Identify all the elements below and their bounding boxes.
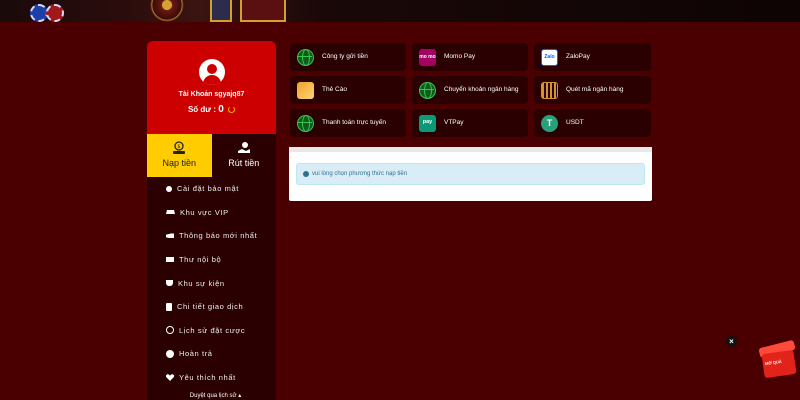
payment-label: Quét mã ngân hàng [566,86,624,94]
deposit-panel: vui lòng chọn phương thức nạp tiền [289,147,652,201]
menu-item-label: Thông báo mới nhất [179,231,258,241]
qr-code-icon [541,81,558,99]
browse-history-link[interactable]: Duyệt qua lịch sử ▴ [147,392,276,399]
payment-vtpay[interactable]: pay VTPay [412,109,528,137]
payment-bank-qr[interactable]: Quét mã ngân hàng [534,76,651,104]
info-alert-text: vui lòng chọn phương thức nạp tiền [312,171,408,177]
crown-icon [166,210,175,215]
gift-box-widget[interactable]: MỞ QUÀ [755,339,800,380]
info-alert: vui lòng chọn phương thức nạp tiền [296,163,645,185]
payment-label: Công ty gửi tiền [322,53,368,61]
payment-label: VTPay [444,119,464,127]
user-lock-icon [166,185,172,192]
wallet-actions: $ Nạp tiền Rút tiền [147,134,276,177]
balance-value: 0 [218,104,224,115]
history-icon [166,326,174,335]
menu-item-label: Thư nội bộ [179,255,222,265]
payment-company-deposit[interactable]: Công ty gửi tiền [290,43,406,71]
menu-item-label: Chi tiết giao dịch [177,302,244,312]
menu-item-label: Khu vực VIP [180,207,229,217]
withdraw-icon [237,142,250,153]
arrow-up-icon: ▴ [238,393,242,400]
zalopay-icon: Zalo [541,48,558,66]
menu-item-events[interactable]: Khu sự kiện [147,271,276,295]
balance: Số dư : 0 [147,104,276,115]
deposit-label: Nạp tiền [162,158,197,168]
menu-item-label: Lịch sử đặt cược [179,325,246,335]
payment-label: Thẻ Cào [322,86,347,94]
megaphone-icon [166,233,174,239]
payment-bank-transfer[interactable]: Chuyển khoản ngân hàng [412,76,528,104]
refresh-icon[interactable] [228,106,236,113]
menu-item-announcements[interactable]: Thông báo mới nhất [147,224,276,248]
scratch-card-icon [297,81,314,99]
menu-item-label: Hoàn trả [179,349,213,359]
menu-item-rebate[interactable]: Hoàn trả [147,342,276,366]
payment-methods-grid: Công ty gửi tiền mo mo Momo Pay Zalo ZaloP… [290,43,651,137]
profile-card: Tài Khoản sgyajq87 Số dư : 0 [147,41,276,134]
casino-chip-icon [46,4,64,22]
payment-label: Thanh toán trực tuyến [322,119,386,127]
payment-online[interactable]: Thanh toán trực tuyến [290,109,406,137]
slot-machine-icon [210,0,232,22]
payment-label: USDT [566,119,584,127]
clipboard-icon [166,302,172,311]
menu-item-label: Khu sự kiện [178,278,225,288]
account-sidebar: Tài Khoản sgyajq87 Số dư : 0 $ Nạp tiền … [147,41,276,400]
account-menu: Cài đặt bảo mật Khu vực VIP Thông báo mớ… [147,177,276,389]
svg-text:$: $ [178,144,181,150]
payment-label: Chuyển khoản ngân hàng [444,86,519,94]
menu-item-favorites[interactable]: Yêu thích nhất [147,366,276,390]
roulette-wheel-icon [150,0,184,22]
slot-machine-icon [240,0,286,22]
heart-icon [166,374,174,382]
menu-item-label: Cài đặt bảo mật [177,184,239,194]
deposit-icon: $ [173,141,186,154]
globe-icon [297,48,314,66]
payment-scratch-card[interactable]: Thẻ Cào [290,76,406,104]
payment-momo[interactable]: mo mo Momo Pay [412,43,528,71]
deposit-button[interactable]: $ Nạp tiền [147,134,212,177]
envelope-icon [166,257,174,263]
payment-usdt[interactable]: T USDT [534,109,651,137]
vtpay-icon: pay [419,114,436,132]
balance-label: Số dư : [187,105,216,114]
trophy-icon [166,280,173,287]
globe-icon [419,81,436,99]
info-icon [303,171,309,177]
menu-item-bet-history[interactable]: Lịch sử đặt cược [147,319,276,343]
usdt-icon: T [541,114,558,132]
close-widget-button[interactable]: × [726,336,737,347]
coin-icon [166,349,174,358]
payment-label: Momo Pay [444,53,476,61]
avatar-icon [199,59,225,85]
payment-zalopay[interactable]: Zalo ZaloPay [534,43,651,71]
menu-item-vip[interactable]: Khu vực VIP [147,201,276,225]
withdraw-button[interactable]: Rút tiền [211,134,276,177]
account-name: Tài Khoản sgyajq87 [178,91,245,98]
payment-label: ZaloPay [566,53,590,61]
globe-icon [297,114,314,132]
menu-item-security[interactable]: Cài đặt bảo mật [147,177,276,201]
top-banner [0,0,800,22]
menu-item-inbox[interactable]: Thư nội bộ [147,248,276,272]
panel-header [289,147,652,152]
momo-icon: mo mo [419,48,436,66]
withdraw-label: Rút tiền [228,158,260,168]
menu-item-label: Yêu thích nhất [179,373,236,383]
menu-item-transactions[interactable]: Chi tiết giao dịch [147,295,276,319]
